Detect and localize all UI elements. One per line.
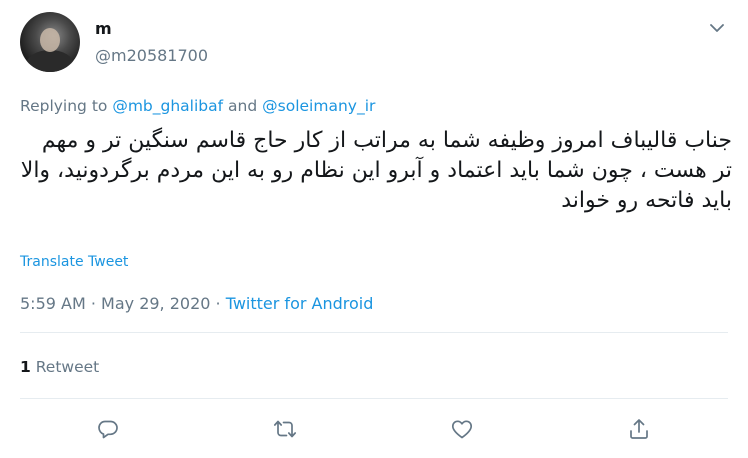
- tweet-text: جناب قالیباف امروز وظیفه شما به مراتب از…: [20, 128, 732, 213]
- replying-to-line: Replying to @mb_ghalibaf and @soleimany_…: [20, 97, 375, 115]
- retweet-button[interactable]: [270, 414, 300, 444]
- author-handle[interactable]: @m20581700: [95, 46, 208, 65]
- translate-tweet-link[interactable]: Translate Tweet: [20, 254, 128, 270]
- replying-to-prefix: Replying to: [20, 97, 108, 115]
- replying-to-conjunction: and: [228, 97, 258, 115]
- like-button[interactable]: [447, 414, 477, 444]
- reply-icon: [98, 420, 118, 439]
- mention-link-soleimany[interactable]: @soleimany_ir: [262, 97, 375, 115]
- retweet-icon: [273, 420, 297, 438]
- author-display-name[interactable]: m: [95, 19, 112, 38]
- share-icon: [630, 419, 648, 439]
- meta-separator: ·: [210, 294, 226, 313]
- tweet-time[interactable]: 5:59 AM: [20, 294, 86, 313]
- retweet-stats[interactable]: 1 Retweet: [20, 358, 99, 376]
- share-button[interactable]: [624, 414, 654, 444]
- tweet-meta: 5:59 AM · May 29, 2020 · Twitter for And…: [20, 294, 373, 313]
- retweet-count-label: Retweet: [35, 358, 100, 376]
- chevron-down-icon[interactable]: [706, 18, 728, 38]
- divider: [20, 332, 728, 333]
- avatar[interactable]: [20, 12, 80, 72]
- tweet-date[interactable]: May 29, 2020: [101, 294, 210, 313]
- divider: [20, 398, 728, 399]
- avatar-figure-face: [40, 28, 60, 52]
- retweet-count: 1: [20, 358, 31, 376]
- meta-separator: ·: [85, 294, 102, 313]
- tweet-source-link[interactable]: Twitter for Android: [226, 294, 374, 313]
- avatar-figure-body: [26, 50, 74, 72]
- reply-button[interactable]: [93, 414, 123, 444]
- chevron-down-icon-graphic: [710, 23, 724, 32]
- like-icon: [451, 420, 473, 439]
- mention-link-ghalibaf[interactable]: @mb_ghalibaf: [112, 97, 223, 115]
